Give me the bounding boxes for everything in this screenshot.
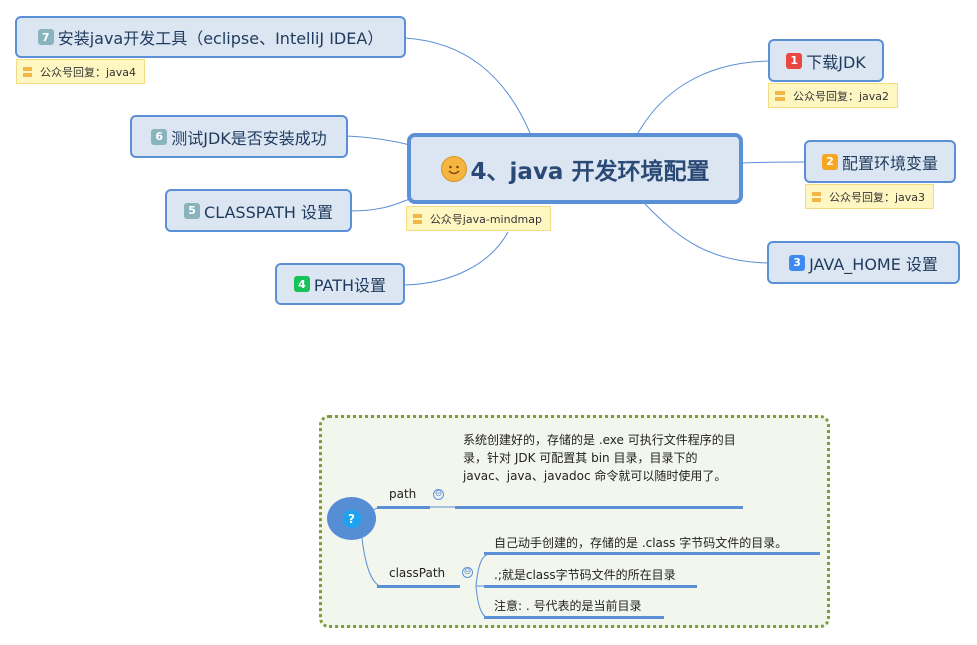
classpath-desc-3[interactable]: 注意: . 号代表的是当前目录 [494,597,642,614]
classpath-desc-1-underline [484,552,820,555]
floating-connector-lines [361,506,491,619]
branch-path-label[interactable]: path [389,487,416,501]
question-icon: ? [342,509,361,528]
branch-path-underline [377,506,430,509]
collapse-path-button[interactable]: ⊖ [433,489,444,500]
branch-classpath-underline [377,585,460,588]
path-description[interactable]: 系统创建好的，存储的是 .exe 可执行文件程序的目录，针对 JDK 可配置其 … [463,431,738,485]
path-description-underline [455,506,743,509]
classpath-desc-2-underline [484,585,697,588]
collapse-classpath-button[interactable]: ⊖ [462,567,473,578]
classpath-desc-1[interactable]: 自己动手创建的，存储的是 .class 字节码文件的目录。 [494,534,787,551]
branch-classpath-label[interactable]: classPath [389,566,445,580]
classpath-desc-3-underline [484,616,664,619]
classpath-desc-2[interactable]: .;就是class字节码文件的所在目录 [494,566,676,583]
floating-root[interactable]: ? [327,497,376,540]
